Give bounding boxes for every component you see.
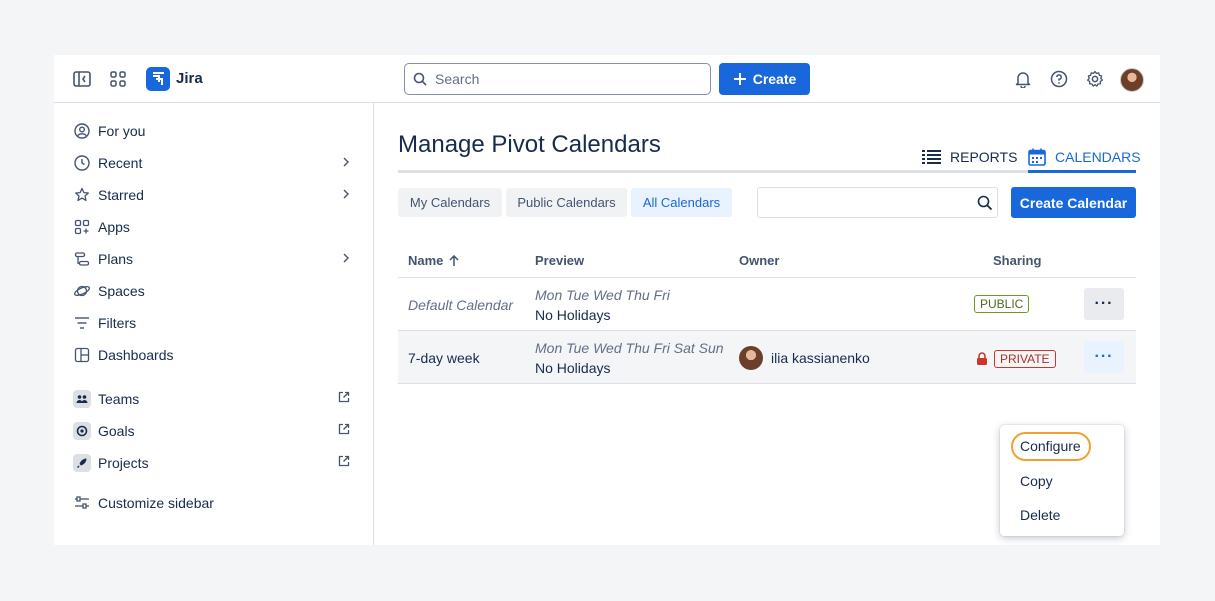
create-label: Create bbox=[752, 71, 797, 87]
sidebar-item-for-you[interactable]: For you bbox=[72, 117, 356, 145]
column-label: Name bbox=[408, 253, 444, 268]
search-placeholder: Search bbox=[435, 71, 480, 87]
sidebar-item-apps[interactable]: Apps bbox=[72, 213, 356, 241]
help-icon[interactable] bbox=[1048, 69, 1070, 89]
sidebar-item-spaces[interactable]: Spaces bbox=[72, 277, 356, 305]
sidebar-item-label: Goals bbox=[98, 423, 135, 439]
search-input[interactable]: Search bbox=[404, 63, 711, 95]
column-header-sharing: Sharing bbox=[993, 253, 1042, 268]
search-icon bbox=[413, 72, 427, 86]
sidebar-item-plans[interactable]: Plans bbox=[72, 245, 356, 273]
sidebar-item-projects[interactable]: Projects bbox=[72, 449, 356, 477]
chevron-right-icon[interactable] bbox=[342, 251, 350, 269]
sidebar-item-label: Customize sidebar bbox=[98, 495, 214, 511]
sidebar-toggle-icon[interactable] bbox=[70, 69, 94, 89]
apps-grid-icon bbox=[72, 217, 92, 237]
sidebar-item-label: Spaces bbox=[98, 283, 145, 299]
row-actions-button[interactable]: ··· bbox=[1084, 341, 1124, 373]
sidebar-item-goals[interactable]: Goals bbox=[72, 417, 356, 445]
sidebar-item-customize[interactable]: Customize sidebar bbox=[72, 489, 356, 517]
star-icon bbox=[72, 185, 92, 205]
filter-public-calendars[interactable]: Public Calendars bbox=[506, 188, 627, 217]
external-link-icon[interactable] bbox=[338, 390, 350, 408]
menu-item-configure[interactable]: Configure bbox=[1020, 438, 1081, 454]
tab-label: CALENDARS bbox=[1055, 149, 1141, 165]
preview-days: Mon Tue Wed Thu Fri bbox=[535, 287, 670, 303]
owner-avatar bbox=[739, 346, 763, 370]
tab-calendars[interactable]: CALENDARS bbox=[1028, 145, 1141, 169]
owner-name: ilia kassianenko bbox=[771, 350, 870, 366]
menu-item-copy[interactable]: Copy bbox=[1020, 473, 1053, 489]
column-header-owner: Owner bbox=[739, 253, 780, 268]
planet-icon bbox=[72, 281, 92, 301]
sidebar-item-label: Filters bbox=[98, 315, 137, 331]
preview-holidays: No Holidays bbox=[535, 360, 611, 376]
search-icon[interactable] bbox=[977, 195, 993, 216]
filter-all-calendars[interactable]: All Calendars bbox=[631, 188, 732, 217]
column-header-name[interactable]: Name bbox=[408, 253, 459, 268]
sidebar-item-starred[interactable]: Starred bbox=[72, 181, 356, 209]
plus-icon bbox=[733, 73, 746, 85]
filter-icon bbox=[72, 313, 92, 333]
table-row[interactable]: Default Calendar Mon Tue Wed Thu Fri No … bbox=[398, 278, 1136, 331]
active-tab-indicator bbox=[1028, 170, 1136, 173]
notifications-bell-icon[interactable] bbox=[1012, 69, 1034, 89]
tab-reports[interactable]: REPORTS bbox=[922, 145, 1017, 169]
row-actions-button[interactable]: ··· bbox=[1084, 288, 1124, 320]
calendar-search-input[interactable] bbox=[757, 187, 998, 218]
sidebar-item-label: Recent bbox=[98, 155, 143, 171]
sidebar-item-label: Plans bbox=[98, 251, 134, 267]
menu-item-delete[interactable]: Delete bbox=[1020, 507, 1060, 523]
customize-sliders-icon bbox=[72, 493, 92, 513]
sidebar-item-label: Projects bbox=[98, 455, 149, 471]
sidebar-item-label: Dashboards bbox=[98, 347, 174, 363]
tab-label: REPORTS bbox=[950, 149, 1018, 165]
user-avatar[interactable] bbox=[1120, 68, 1144, 92]
column-header-preview: Preview bbox=[535, 253, 585, 268]
view-tabs: REPORTS CALENDARS bbox=[398, 141, 1141, 173]
settings-gear-icon[interactable] bbox=[1084, 69, 1106, 89]
sidebar-item-teams[interactable]: Teams bbox=[72, 385, 356, 413]
main-content: Manage Pivot Calendars REPORTS CALENDARS… bbox=[374, 103, 1160, 545]
row-actions-menu: Configure Copy Delete bbox=[1000, 425, 1124, 536]
calendar-icon bbox=[1028, 148, 1046, 166]
create-calendar-button[interactable]: Create Calendar bbox=[1011, 187, 1136, 218]
plans-icon bbox=[72, 249, 92, 269]
sidebar-item-label: Teams bbox=[98, 391, 140, 407]
sidebar-item-label: Apps bbox=[98, 219, 130, 235]
sidebar-item-filters[interactable]: Filters bbox=[72, 309, 356, 337]
app-switcher-icon[interactable] bbox=[106, 69, 130, 89]
user-circle-icon bbox=[72, 121, 92, 141]
teams-icon bbox=[72, 389, 92, 409]
external-link-icon[interactable] bbox=[338, 454, 350, 472]
calendar-name: 7-day week bbox=[408, 350, 480, 366]
preview-days: Mon Tue Wed Thu Fri Sat Sun bbox=[535, 340, 724, 356]
preview-holidays: No Holidays bbox=[535, 307, 611, 323]
app-name[interactable]: Jira bbox=[176, 70, 203, 87]
list-icon bbox=[922, 150, 941, 164]
sharing-badge-public: PUBLIC bbox=[974, 295, 1030, 313]
external-link-icon[interactable] bbox=[338, 422, 350, 440]
jira-logo-icon[interactable] bbox=[146, 67, 170, 91]
sort-ascending-icon bbox=[449, 254, 459, 266]
chevron-right-icon[interactable] bbox=[342, 187, 350, 205]
app-frame: Jira Search Create For you Recent Starre… bbox=[54, 55, 1160, 545]
calendar-name: Default Calendar bbox=[408, 297, 514, 313]
rocket-icon bbox=[72, 453, 92, 473]
sidebar-item-dashboards[interactable]: Dashboards bbox=[72, 341, 356, 369]
sidebar: For you Recent Starred Apps Plans Spaces bbox=[54, 103, 374, 545]
clock-icon bbox=[72, 153, 92, 173]
sharing-badge-private: PRIVATE bbox=[994, 350, 1056, 368]
sidebar-item-recent[interactable]: Recent bbox=[72, 149, 356, 177]
sidebar-item-label: For you bbox=[98, 123, 146, 139]
sidebar-item-label: Starred bbox=[98, 187, 144, 203]
dashboard-icon bbox=[72, 345, 92, 365]
filter-my-calendars[interactable]: My Calendars bbox=[398, 188, 502, 217]
top-navigation-bar: Jira Search Create bbox=[54, 55, 1160, 103]
chevron-right-icon[interactable] bbox=[342, 155, 350, 173]
table-row[interactable]: 7-day week Mon Tue Wed Thu Fri Sat Sun N… bbox=[398, 331, 1136, 384]
goals-target-icon bbox=[72, 421, 92, 441]
create-button[interactable]: Create bbox=[719, 63, 810, 95]
lock-icon bbox=[976, 352, 988, 370]
